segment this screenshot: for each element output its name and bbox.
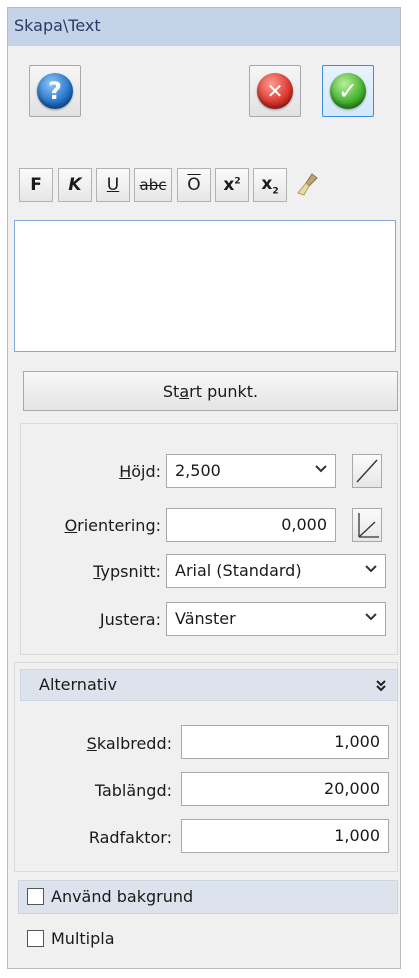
italic-icon: K bbox=[68, 175, 82, 195]
strikethrough-icon: abc bbox=[139, 176, 167, 194]
use-background-row[interactable]: Använd bakgrund bbox=[18, 880, 398, 914]
superscript-icon: x2 bbox=[223, 175, 241, 195]
alternatives-header[interactable]: Alternativ bbox=[20, 669, 398, 701]
overline-button[interactable]: O bbox=[177, 168, 211, 202]
angle-icon bbox=[358, 513, 379, 538]
chevron-down-icon bbox=[315, 460, 327, 479]
question-icon: ? bbox=[37, 73, 73, 109]
orientation-field[interactable]: 0,000 bbox=[166, 508, 336, 542]
help-button[interactable]: ? bbox=[29, 65, 81, 117]
underline-icon: U bbox=[106, 175, 120, 195]
chevron-down-icon bbox=[365, 560, 377, 579]
cancel-x-icon: ✕ bbox=[257, 73, 293, 109]
subscript-icon: x2 bbox=[261, 173, 279, 197]
text-properties-group: Höjd: 2,500 Orientering: 0,000 Typsnitt:… bbox=[20, 423, 398, 655]
chevron-down-icon bbox=[365, 608, 377, 627]
start-point-button[interactable]: Start punkt. bbox=[23, 371, 398, 411]
align-label: Justera: bbox=[99, 610, 161, 629]
scale-width-field[interactable]: 1,000 bbox=[181, 725, 389, 759]
font-label: Typsnitt: bbox=[93, 562, 161, 581]
bold-icon: F bbox=[30, 175, 42, 195]
ok-button[interactable]: ✓ bbox=[322, 65, 374, 117]
diagonal-line-icon bbox=[356, 459, 378, 483]
subscript-button[interactable]: x2 bbox=[253, 168, 287, 202]
superscript-button[interactable]: x2 bbox=[215, 168, 249, 202]
tab-length-field[interactable]: 20,000 bbox=[181, 772, 389, 806]
double-chevron-down-icon bbox=[376, 680, 386, 692]
overline-icon: O bbox=[187, 175, 201, 195]
cancel-button[interactable]: ✕ bbox=[249, 65, 301, 117]
text-input-area[interactable] bbox=[14, 220, 396, 352]
brush-icon bbox=[297, 173, 318, 196]
dialog-title: Skapa\Text bbox=[8, 8, 400, 46]
line-factor-label: Radfaktor: bbox=[88, 828, 172, 847]
italic-button[interactable]: K bbox=[58, 168, 92, 202]
orientation-label: Orientering: bbox=[64, 516, 161, 535]
tab-length-label: Tablängd: bbox=[94, 781, 172, 800]
use-background-checkbox[interactable] bbox=[27, 888, 44, 905]
underline-button[interactable]: U bbox=[96, 168, 130, 202]
start-point-label: Start punkt. bbox=[162, 381, 259, 401]
ok-check-icon: ✓ bbox=[330, 73, 366, 109]
font-select[interactable]: Arial (Standard) bbox=[166, 554, 386, 588]
bold-button[interactable]: F bbox=[19, 168, 53, 202]
strikethrough-button[interactable]: abc bbox=[134, 168, 172, 202]
text-dialog-panel: Skapa\Text ? ✕ ✓ F K U abc O x2 x2 Start… bbox=[7, 7, 401, 969]
pick-angle-button[interactable] bbox=[352, 508, 382, 542]
multiple-checkbox[interactable] bbox=[27, 930, 44, 947]
multiple-label: Multipla bbox=[51, 929, 115, 948]
align-select[interactable]: Vänster bbox=[166, 602, 386, 636]
scale-width-label: Skalbredd: bbox=[86, 734, 172, 753]
height-select[interactable]: 2,500 bbox=[166, 454, 336, 488]
pick-height-button[interactable] bbox=[352, 454, 382, 488]
line-factor-field[interactable]: 1,000 bbox=[181, 819, 389, 853]
height-label: Höjd: bbox=[119, 462, 161, 481]
use-background-label: Använd bakgrund bbox=[51, 887, 194, 906]
clear-format-button[interactable] bbox=[291, 168, 325, 202]
